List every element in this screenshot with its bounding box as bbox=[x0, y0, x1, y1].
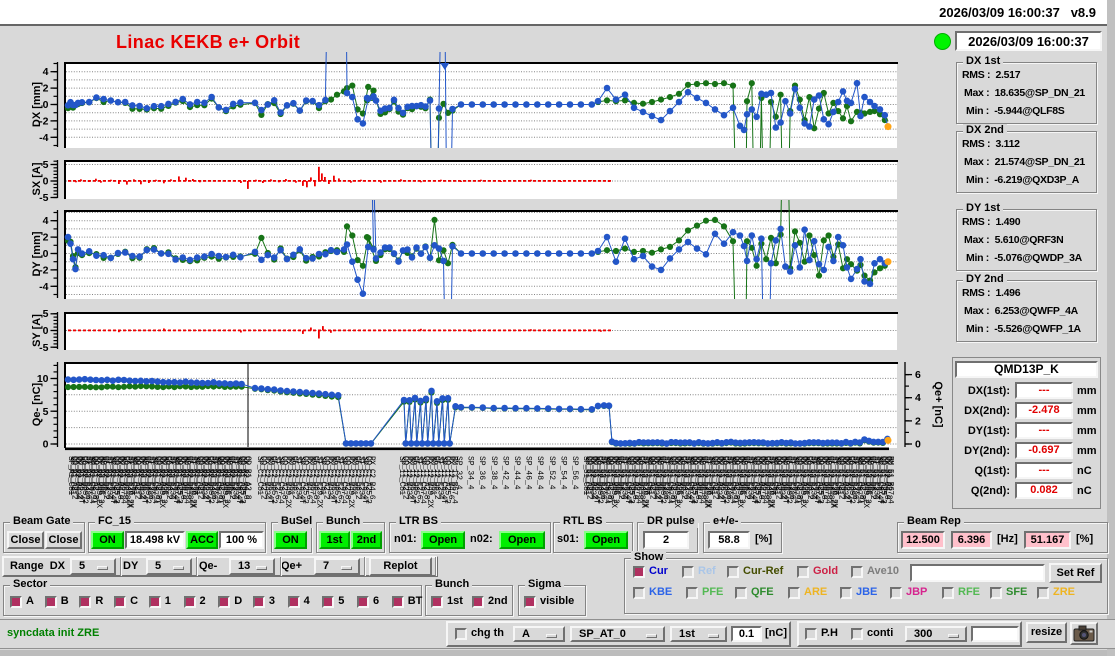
svg-text:DY [mm]: DY [mm] bbox=[31, 231, 43, 276]
svg-text:SP_52_4: SP_52_4 bbox=[547, 456, 556, 490]
svg-text:QD_61_A2_8: QD_61_A2_8 bbox=[884, 456, 893, 500]
svg-text:4: 4 bbox=[43, 215, 49, 227]
svg-text:SP_44_4: SP_44_4 bbox=[512, 456, 521, 490]
svg-text:DX [mm]: DX [mm] bbox=[31, 82, 43, 128]
svg-text:SP_46_4: SP_46_4 bbox=[524, 456, 533, 490]
svg-text:SP_32_4: SP_32_4 bbox=[454, 456, 463, 490]
svg-text:5: 5 bbox=[43, 159, 49, 171]
svg-text:SP_38_4: SP_38_4 bbox=[489, 456, 498, 490]
svg-text:Qe+ [nC]: Qe+ [nC] bbox=[932, 381, 944, 427]
svg-text:QD_B1_A2_8: QD_B1_A2_8 bbox=[243, 456, 252, 500]
svg-text:SY [A]: SY [A] bbox=[31, 314, 43, 347]
svg-text:SP_48_4: SP_48_4 bbox=[535, 456, 544, 490]
svg-text:SP_42_4: SP_42_4 bbox=[500, 456, 509, 490]
svg-text:0: 0 bbox=[43, 248, 49, 260]
svg-text:-4: -4 bbox=[39, 132, 48, 144]
svg-text:SP_54_4: SP_54_4 bbox=[558, 456, 567, 490]
svg-text:4: 4 bbox=[43, 66, 49, 78]
svg-text:0: 0 bbox=[915, 439, 921, 451]
svg-text:5: 5 bbox=[43, 406, 49, 418]
svg-text:0: 0 bbox=[43, 99, 49, 111]
svg-text:0: 0 bbox=[43, 325, 49, 337]
svg-text:5: 5 bbox=[43, 308, 49, 320]
svg-text:2: 2 bbox=[915, 415, 921, 427]
svg-text:PX_C2_B4_6: PX_C2_B4_6 bbox=[367, 456, 376, 500]
svg-text:SP_34_4: SP_34_4 bbox=[466, 456, 475, 490]
svg-text:4: 4 bbox=[915, 392, 921, 404]
svg-text:6: 6 bbox=[915, 369, 921, 381]
svg-text:SP_36_4: SP_36_4 bbox=[477, 456, 486, 490]
svg-text:2: 2 bbox=[43, 232, 49, 244]
svg-text:0: 0 bbox=[43, 439, 49, 451]
svg-text:2: 2 bbox=[43, 83, 49, 95]
svg-text:SP_56_4: SP_56_4 bbox=[570, 456, 579, 490]
svg-text:SX [A]: SX [A] bbox=[31, 162, 43, 195]
svg-text:0: 0 bbox=[43, 176, 49, 188]
svg-text:Qe- [nC]: Qe- [nC] bbox=[31, 382, 43, 426]
svg-text:-4: -4 bbox=[39, 281, 48, 293]
